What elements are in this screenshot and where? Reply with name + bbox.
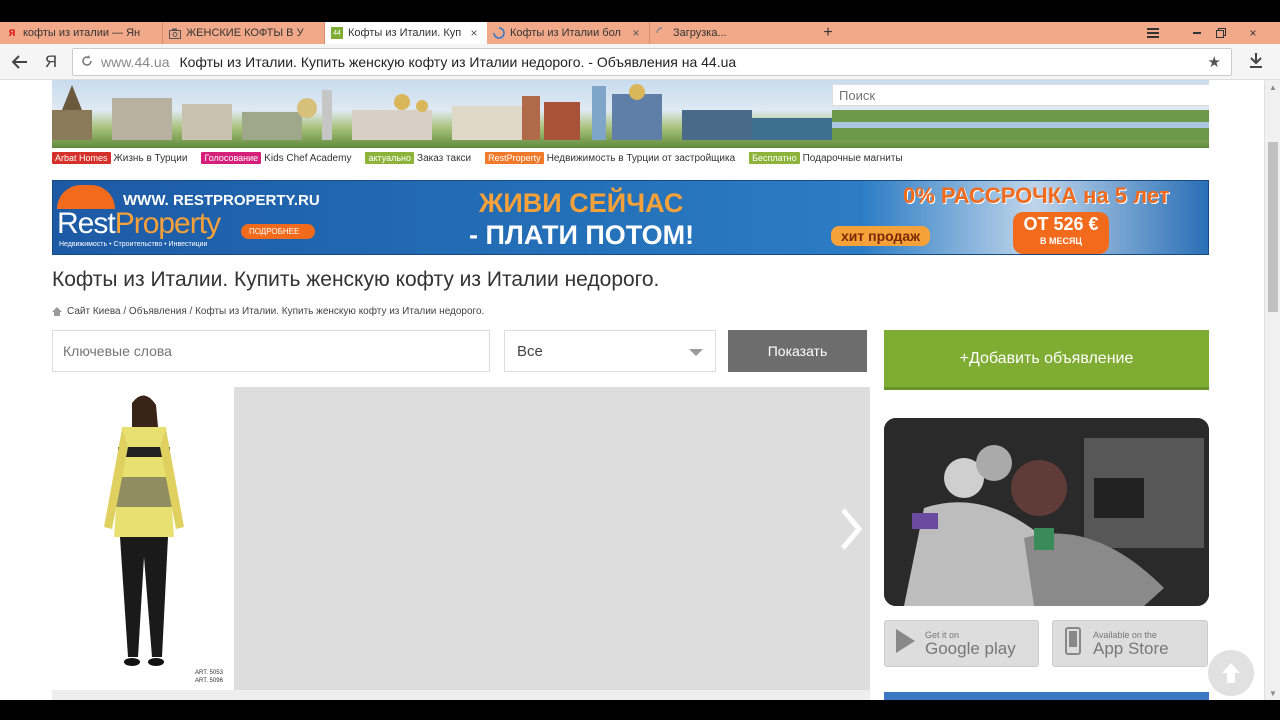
app-store-caption: Available on the: [1093, 629, 1157, 640]
home-icon[interactable]: [52, 307, 62, 316]
restproperty-logo-sun: [57, 185, 115, 209]
page-title: Кофты из Италии. Купить женскую кофту из…: [52, 268, 660, 291]
google-play-button[interactable]: Get it on Google play: [884, 620, 1039, 667]
arrow-up-icon: [1222, 663, 1240, 683]
tab-4[interactable]: Кофты из Италии бол ×: [487, 22, 650, 44]
image-gallery: [234, 387, 870, 690]
kiev-city-banner: [52, 80, 1209, 148]
yandex-icon: Я: [8, 28, 16, 38]
breadcrumb-path[interactable]: Сайт Киева / Объявления / Кофты из Итали…: [67, 306, 484, 317]
minimize-icon[interactable]: [1184, 22, 1210, 44]
play-icon: [885, 628, 925, 660]
ad-slogan-line1: ЖИВИ СЕЙЧАС: [479, 188, 684, 218]
tag-link[interactable]: Заказ такси: [417, 153, 471, 164]
tag-badge[interactable]: Бесплатно: [749, 152, 800, 164]
screen-bottom-bar: [0, 700, 1280, 720]
phone-icon: [1053, 626, 1093, 661]
tab-title: кофты из италии — Ян: [23, 27, 141, 39]
address-bar-row: Я www.44.ua Кофты из Италии. Купить женс…: [0, 44, 1280, 80]
scroll-down-arrow-icon[interactable]: ▼: [1265, 686, 1280, 700]
tag-link[interactable]: Недвижимость в Турции от застройщика: [547, 153, 735, 164]
google-play-label: Google play: [925, 638, 1016, 658]
close-tab-icon[interactable]: ×: [629, 26, 643, 40]
product-thumbnail[interactable]: [52, 387, 234, 690]
party-scene-image: [884, 418, 1209, 606]
tag-link[interactable]: Kids Chef Academy: [264, 153, 351, 164]
tab-title: ЖЕНСКИЕ КОФТЫ В У: [186, 27, 304, 39]
ad-brand: RestProperty: [57, 207, 221, 240]
add-listing-button[interactable]: +Добавить объявление: [884, 330, 1209, 390]
ad-more-button[interactable]: ПОДРОБНЕЕ: [241, 224, 316, 239]
reload-icon[interactable]: [73, 54, 101, 70]
restproperty-ad-banner[interactable]: WWW. RESTPROPERTY.RU RestProperty Недвиж…: [52, 180, 1209, 255]
tab-2[interactable]: ЖЕНСКИЕ КОФТЫ В У: [163, 22, 325, 44]
tag-link[interactable]: Жизнь в Турции: [114, 153, 188, 164]
scroll-up-arrow-icon[interactable]: ▲: [1265, 80, 1280, 94]
woman-in-sweater-image: [104, 395, 184, 666]
ad-slogan-line2: - ПЛАТИ ПОТОМ!: [469, 220, 695, 250]
tag-link[interactable]: Подарочные магниты: [803, 153, 903, 164]
44ua-icon: 44: [331, 27, 343, 39]
right-column-banner-edge: [884, 692, 1209, 700]
google-play-caption: Get it on: [925, 629, 960, 640]
tab-title: Кофты из Италии. Куп: [348, 27, 462, 39]
tag-badge[interactable]: актуально: [365, 152, 415, 164]
loading-icon: [493, 27, 505, 39]
close-window-icon[interactable]: ×: [1240, 22, 1266, 44]
page-scrollbar[interactable]: ▲ ▼: [1264, 80, 1280, 700]
ad-price-badge: ОТ 526 € В МЕСЯЦ: [1013, 212, 1109, 254]
tab-title: Кофты из Италии бол: [510, 27, 621, 39]
close-tab-icon[interactable]: ×: [467, 26, 481, 40]
tab-title: Загрузка...: [673, 27, 727, 39]
tag-badge[interactable]: Голосование: [201, 152, 262, 164]
camera-icon: [169, 27, 181, 39]
url-page-title: Кофты из Италии. Купить женскую кофту из…: [179, 54, 737, 70]
site-search[interactable]: [832, 84, 1209, 106]
chevron-right-icon[interactable]: [840, 507, 863, 563]
tag-badge[interactable]: RestProperty: [485, 152, 544, 164]
yandex-button[interactable]: Я: [42, 50, 60, 74]
url-domain: www.44.ua: [101, 54, 170, 70]
browser-tab-bar: Я кофты из италии — Ян ЖЕНСКИЕ КОФТЫ В У…: [0, 22, 1280, 44]
restore-icon[interactable]: [1208, 22, 1234, 44]
breadcrumb: Сайт Киева / Объявления / Кофты из Итали…: [52, 306, 484, 317]
bookmark-star-icon[interactable]: ★: [1208, 53, 1221, 71]
chevron-down-icon: [689, 349, 703, 356]
download-icon[interactable]: [1244, 52, 1268, 73]
category-selected-value: Все: [517, 342, 543, 360]
new-tab-button[interactable]: +: [818, 22, 838, 44]
article-numbers: ART. 5053 ART. 5096: [195, 670, 223, 684]
back-arrow-icon[interactable]: [8, 50, 32, 74]
app-store-label: App Store: [1093, 638, 1169, 658]
search-input[interactable]: [833, 87, 1209, 103]
scroll-to-top-button[interactable]: [1208, 650, 1254, 696]
url-field[interactable]: www.44.ua Кофты из Италии. Купить женску…: [72, 48, 1232, 76]
loading-icon: [656, 27, 668, 39]
keywords-input[interactable]: [52, 330, 490, 372]
web-page: Arbat Homes Жизнь в Турции Голосование K…: [0, 80, 1264, 700]
promo-photo[interactable]: [884, 418, 1209, 606]
ad-hit-label: хит продаж: [831, 226, 931, 246]
app-store-button[interactable]: Available on the App Store: [1052, 620, 1208, 667]
scrollbar-thumb[interactable]: [1268, 142, 1278, 312]
tab-5[interactable]: Загрузка...: [650, 22, 813, 44]
promo-tags-row: Arbat Homes Жизнь в Турции Голосование K…: [52, 151, 917, 165]
tab-1[interactable]: Я кофты из италии — Ян: [0, 22, 163, 44]
tag-badge[interactable]: Arbat Homes: [52, 152, 111, 164]
ad-subtitle: Недвижимость • Строительство • Инвестици…: [59, 241, 208, 248]
category-select[interactable]: Все: [504, 330, 716, 372]
show-button[interactable]: Показать: [728, 330, 867, 372]
tab-3-active[interactable]: 44 Кофты из Италии. Куп ×: [325, 22, 487, 44]
gallery-thumb-strip: [52, 690, 870, 700]
menu-icon[interactable]: [1140, 22, 1166, 44]
screen-top-bar: [0, 0, 1280, 22]
ad-installment-promo: 0% РАССРОЧКА на 5 лет: [903, 183, 1170, 208]
